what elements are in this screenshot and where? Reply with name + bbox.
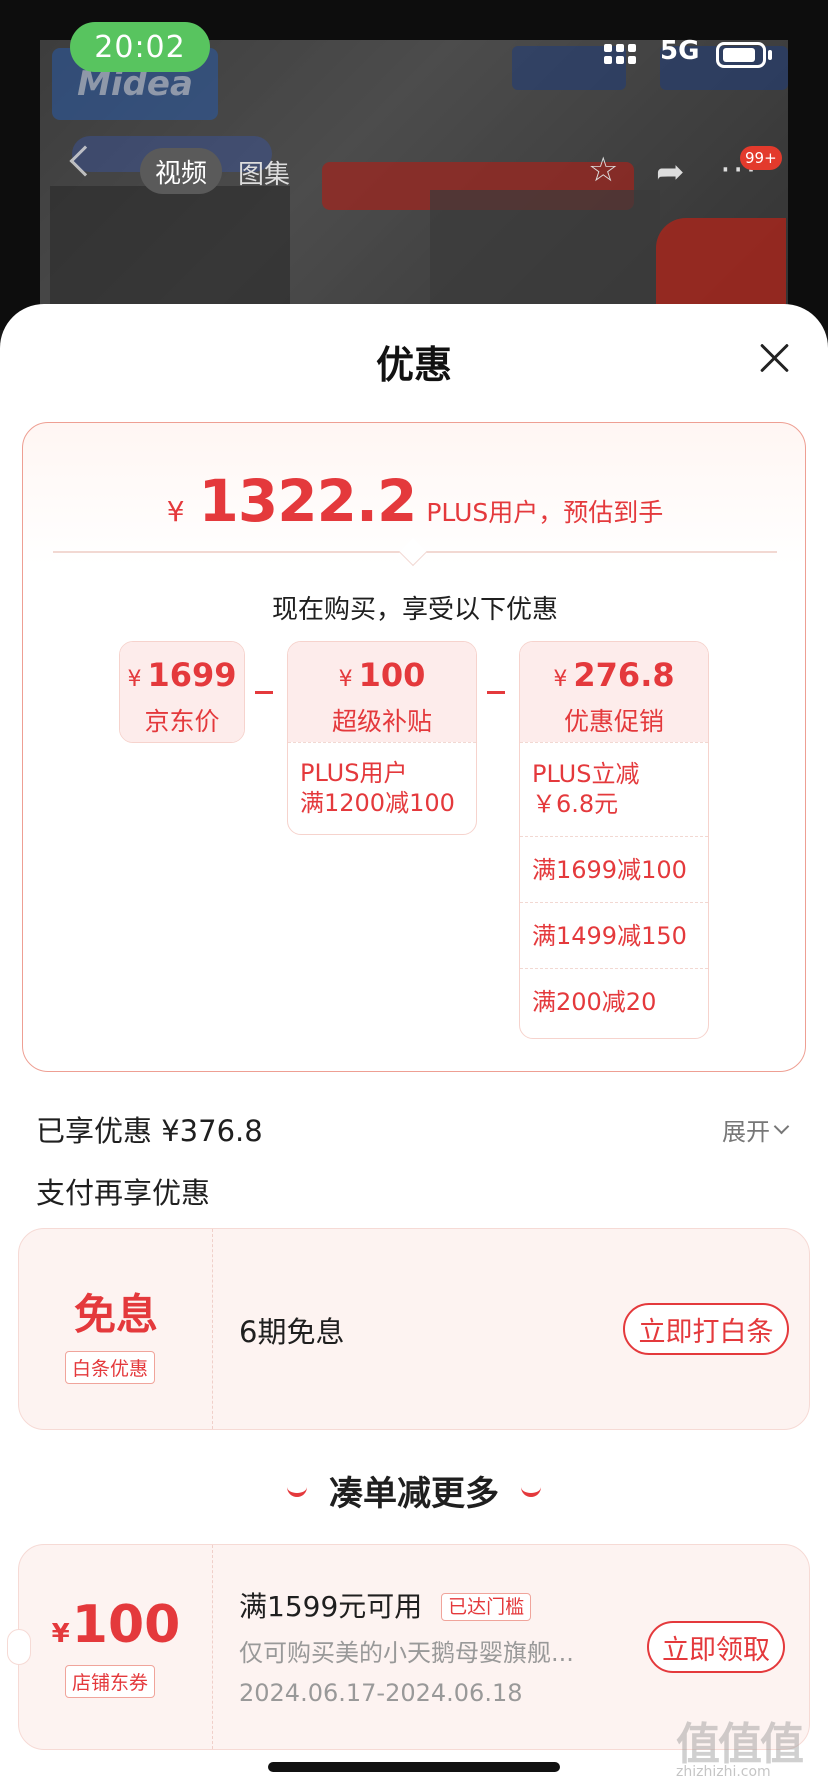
currency-symbol: ¥ <box>338 667 353 692</box>
status-time: 20:02 <box>70 22 210 72</box>
coupon-amount: ¥100 <box>51 1595 181 1655</box>
price-box-subsidy: ¥100 超级补贴 PLUS用户 满1200减100 <box>287 641 477 835</box>
minus-sign <box>255 691 273 694</box>
expand-label: 展开 <box>722 1118 770 1146</box>
signal-icon <box>604 44 636 64</box>
baitiao-tag: 白条优惠 <box>65 1351 156 1384</box>
discount-sheet: 优惠 ¥ 1322.2 PLUS用户，预估到手 现在购买，享受以下优惠 ¥169… <box>0 304 828 1792</box>
breakdown-heading: 现在购买，享受以下优惠 <box>271 595 558 625</box>
favorite-icon[interactable]: ☆ <box>588 150 618 190</box>
washing-machine-image <box>430 190 660 310</box>
currency-symbol: ¥ <box>166 495 185 528</box>
baitiao-button[interactable]: 立即打白条 <box>623 1303 789 1355</box>
promotion-amount: 276.8 <box>573 656 675 694</box>
coupon-condition: 满1599元可用 已达门槛 <box>239 1585 532 1625</box>
price-box-promotion: ¥276.8 优惠促销 PLUS立减 ￥6.8元 满1699减100 满1499… <box>519 641 709 1039</box>
divider-notch <box>398 537 428 567</box>
tab-video[interactable]: 视频 <box>140 148 222 194</box>
promotion-detail: 满1499减150 <box>520 902 708 968</box>
enjoyed-discount: 已享优惠 ¥376.8 <box>36 1114 263 1148</box>
price-label: 京东价 <box>144 707 220 736</box>
subsidy-detail: PLUS用户 满1200减100 <box>288 742 476 834</box>
share-icon[interactable]: ➦ <box>656 152 685 192</box>
promotion-detail: 满1699减100 <box>520 836 708 902</box>
estimated-price: 1322.2 <box>198 467 418 535</box>
promotion-label: 优惠促销 <box>563 707 664 736</box>
price-box-jd: ¥1699 京东价 <box>119 641 245 743</box>
coupon-type-tag: 店铺东券 <box>65 1665 156 1698</box>
battery-icon <box>716 42 766 68</box>
promotion-detail: PLUS立减 ￥6.8元 <box>520 742 708 836</box>
payment-heading: 支付再享优惠 <box>36 1176 211 1210</box>
minus-sign <box>487 691 505 694</box>
currency-symbol: ¥ <box>127 667 142 692</box>
watermark-logo: 值值值 <box>676 1719 804 1770</box>
claim-coupon-button[interactable]: 立即领取 <box>647 1621 785 1673</box>
estimated-price-row: ¥ 1322.2 PLUS用户，预估到手 <box>23 467 807 535</box>
price-breakdown-card: ¥ 1322.2 PLUS用户，预估到手 现在购买，享受以下优惠 ¥1699 京… <box>22 422 806 1072</box>
currency-symbol: ¥ <box>553 667 568 692</box>
payment-offer-card: 免息 白条优惠 6期免息 立即打白条 <box>18 1228 810 1430</box>
tab-gallery[interactable]: 图集 <box>238 154 290 191</box>
installment-text: 6期免息 <box>239 1315 345 1349</box>
promotion-detail: 满200减20 <box>520 968 708 1034</box>
notification-badge: 99+ <box>740 146 782 170</box>
network-type: 5G <box>660 36 700 66</box>
subsidy-amount: 100 <box>358 656 426 694</box>
battery-tip <box>768 50 772 60</box>
subsidy-label: 超级补贴 <box>331 707 432 736</box>
coupon-description: 仅可购买美的小天鹅母婴旗舰... <box>239 1639 574 1667</box>
close-icon[interactable] <box>758 342 790 374</box>
coupon-date-range: 2024.06.17-2024.06.18 <box>239 1679 523 1707</box>
watermark-text: zhizhizhi.com <box>676 1764 771 1780</box>
smile-icon <box>287 1485 307 1497</box>
sheet-title: 优惠 <box>375 343 452 387</box>
estimated-price-label: PLUS用户，预估到手 <box>426 498 664 527</box>
smile-icon <box>521 1485 541 1497</box>
interest-free-title: 免息 <box>73 1290 158 1339</box>
chevron-down-icon <box>773 1118 790 1135</box>
threshold-reached-tag: 已达门槛 <box>441 1593 532 1621</box>
more-discounts-heading: 凑单减更多 <box>0 1466 828 1515</box>
banner-panel <box>50 186 290 306</box>
price-amount: 1699 <box>147 656 237 694</box>
expand-button[interactable]: 展开 <box>722 1112 790 1147</box>
home-indicator[interactable] <box>268 1762 560 1772</box>
